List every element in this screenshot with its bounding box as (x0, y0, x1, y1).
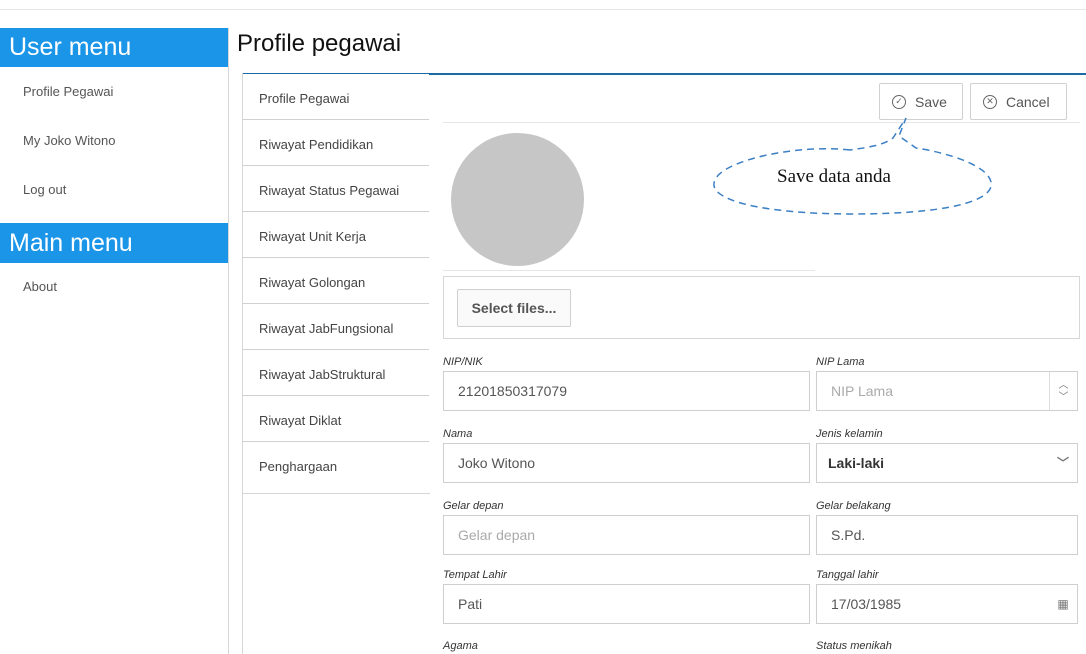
tanggal-lahir-value: 17/03/1985 (831, 596, 902, 612)
chevron-down-icon: ﹀ (1056, 456, 1069, 470)
jenis-kelamin-label: Jenis kelamin (816, 428, 883, 440)
menu-item-my-account[interactable]: My Joko Witono (0, 116, 228, 165)
page-title: Profile pegawai (237, 30, 402, 57)
tab-riwayat-jabfungsional[interactable]: Riwayat JabFungsional (243, 303, 429, 349)
close-circle-icon: ✕ (983, 94, 997, 109)
tab-riwayat-pendidikan[interactable]: Riwayat Pendidikan (243, 119, 429, 165)
tab-riwayat-unit-kerja[interactable]: Riwayat Unit Kerja (243, 211, 429, 257)
avatar-divider (443, 270, 815, 271)
nama-label: Nama (443, 428, 473, 440)
menu-item-about[interactable]: About (0, 263, 228, 310)
tab-penghargaan[interactable]: Penghargaan (243, 441, 429, 487)
nip-label: NIP/NIK (443, 356, 483, 368)
spinner-arrows-icon[interactable]: ︿ ﹀ (1049, 372, 1077, 410)
tab-riwayat-status-pegawai[interactable]: Riwayat Status Pegawai (243, 165, 429, 211)
tab-riwayat-jabstruktural[interactable]: Riwayat JabStruktural (243, 349, 429, 395)
gelar-belakang-label: Gelar belakang (816, 500, 891, 512)
check-circle-icon: ✓ (892, 94, 906, 109)
menu-item-logout[interactable]: Log out (0, 165, 228, 214)
gelar-depan-label: Gelar depan (443, 500, 504, 512)
gelar-depan-placeholder: Gelar depan (458, 527, 536, 543)
gelar-belakang-field[interactable]: S.Pd. (816, 515, 1078, 555)
nip-lama-label: NIP Lama (816, 356, 865, 368)
tab-riwayat-diklat[interactable]: Riwayat Diklat (243, 395, 429, 441)
status-menikah-label: Status menikah (816, 640, 892, 652)
profile-photo-avatar (451, 133, 584, 266)
jenis-kelamin-select[interactable]: Laki-laki ﹀ (816, 443, 1078, 483)
save-callout-text: Save data anda (777, 166, 891, 187)
tab-riwayat-golongan[interactable]: Riwayat Golongan (243, 257, 429, 303)
tabs-divider (243, 493, 430, 494)
content-top-border (429, 73, 1086, 75)
select-files-button[interactable]: Select files... (457, 289, 571, 327)
calendar-icon[interactable]: ▦ (1049, 585, 1077, 623)
nip-field[interactable]: 21201850317079 (443, 371, 810, 411)
main-menu-header: Main menu (0, 223, 228, 263)
user-menu-header: User menu (0, 28, 228, 67)
tab-profile-pegawai[interactable]: Profile Pegawai (243, 73, 429, 119)
gelar-depan-field[interactable]: Gelar depan (443, 515, 810, 555)
menu-item-profile-pegawai[interactable]: Profile Pegawai (0, 67, 228, 116)
agama-label: Agama (443, 640, 478, 652)
cancel-button-label: Cancel (1006, 93, 1050, 110)
tempat-lahir-field[interactable]: Pati (443, 584, 810, 624)
tanggal-lahir-field[interactable]: 17/03/1985 ▦ (816, 584, 1078, 624)
gelar-belakang-value: S.Pd. (831, 527, 866, 543)
nip-lama-placeholder: NIP Lama (831, 383, 893, 399)
nama-field[interactable]: Joko Witono (443, 443, 810, 483)
jenis-kelamin-value: Laki-laki (828, 455, 885, 471)
profile-tabs: Profile Pegawai Riwayat Pendidikan Riway… (242, 73, 430, 654)
tempat-lahir-label: Tempat Lahir (443, 569, 507, 581)
top-divider (0, 9, 1086, 10)
tempat-lahir-value: Pati (458, 596, 483, 612)
tanggal-lahir-label: Tanggal lahir (816, 569, 879, 581)
left-sidebar: User menu Profile Pegawai My Joko Witono… (0, 28, 229, 654)
nama-value: Joko Witono (458, 455, 536, 471)
save-callout-bubble (713, 117, 992, 215)
nip-lama-field[interactable]: NIP Lama ︿ ﹀ (816, 371, 1078, 411)
nip-value: 21201850317079 (458, 383, 568, 399)
